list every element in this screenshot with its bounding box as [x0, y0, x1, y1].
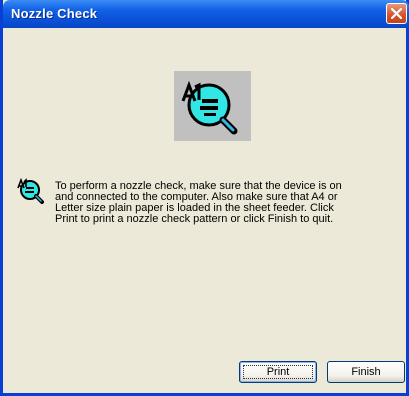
- finish-button[interactable]: Finish: [327, 361, 405, 383]
- window-title: Nozzle Check: [11, 6, 98, 21]
- instruction-text: To perform a nozzle check, make sure tha…: [55, 180, 342, 225]
- title-bar[interactable]: Nozzle Check: [3, 0, 409, 28]
- nozzle-check-magnifier-icon: [174, 71, 251, 141]
- dialog-body: To perform a nozzle check, make sure tha…: [3, 28, 406, 393]
- close-button[interactable]: [386, 3, 407, 24]
- close-icon: [391, 8, 402, 19]
- print-button[interactable]: Print: [239, 361, 317, 383]
- nozzle-check-small-icon: [16, 176, 44, 204]
- nozzle-check-dialog: Nozzle Check To perform a nozzle check, …: [0, 0, 409, 396]
